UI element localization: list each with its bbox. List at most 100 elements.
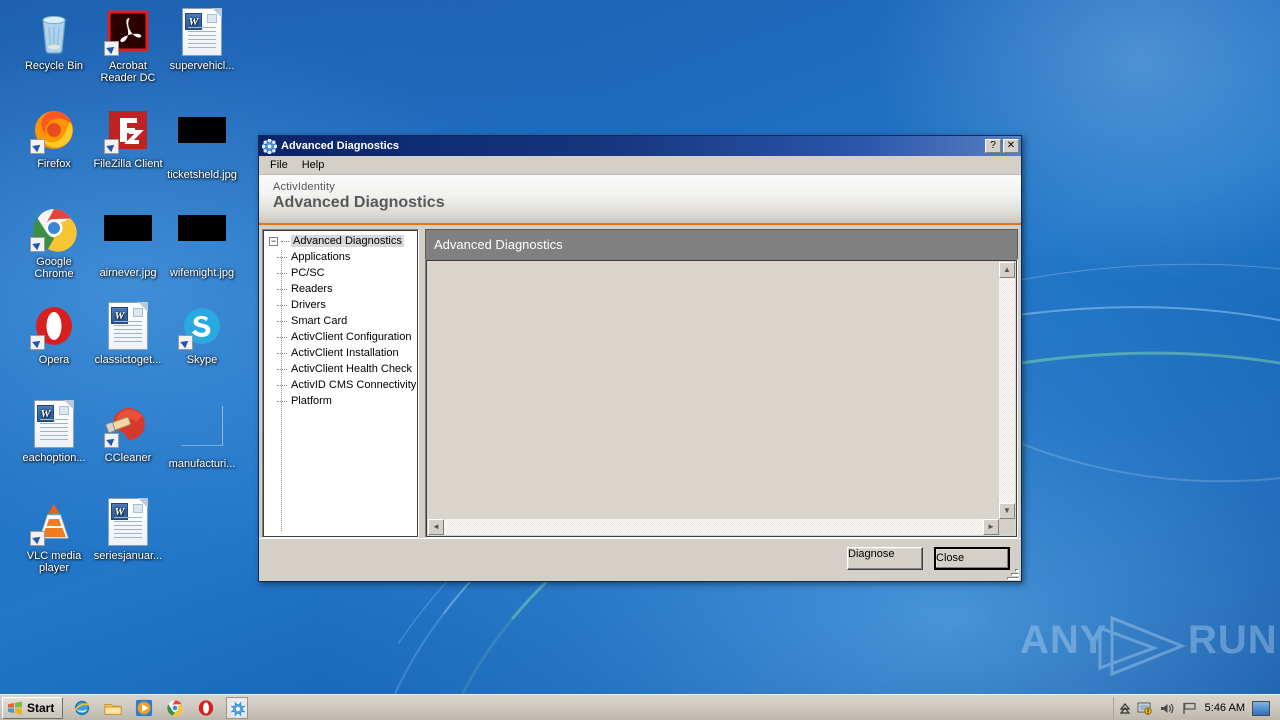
taskbar-item-internet-explorer[interactable] — [71, 697, 93, 719]
scrollbar-corner — [999, 519, 1015, 535]
filezilla-icon — [104, 106, 152, 154]
shortcut-overlay-icon — [30, 335, 45, 350]
tree-node-advanced-diagnostics[interactable]: − Advanced Diagnostics — [263, 233, 418, 249]
thumbnail-placeholder — [178, 215, 226, 241]
tree-item-activclient-installation[interactable]: ActivClient Installation — [263, 345, 418, 361]
tree-item-label: Drivers — [291, 299, 326, 311]
scroll-down-button[interactable]: ▼ — [999, 503, 1015, 519]
desktop-icon-vlc-media-player[interactable]: VLC media player — [18, 498, 90, 574]
help-button[interactable]: ? — [985, 139, 1001, 153]
desktop-icon-supervehicl[interactable]: W supervehicl... — [166, 8, 238, 72]
word-doc-icon: W — [104, 498, 152, 546]
advanced-diagnostics-window[interactable]: Advanced Diagnostics ? ✕ File Help Activ… — [258, 135, 1022, 582]
window-titlebar[interactable]: Advanced Diagnostics ? ✕ — [259, 136, 1021, 156]
recycle-icon — [30, 8, 78, 56]
horizontal-scrollbar-track[interactable] — [428, 519, 999, 535]
tree-item-applications[interactable]: Applications — [263, 249, 418, 265]
word-doc-icon: W — [178, 8, 226, 56]
quick-launch-bar[interactable] — [71, 696, 249, 719]
desktop-icon-label: wifemight.jpg — [169, 267, 235, 279]
blackimg-icon — [178, 215, 226, 263]
desktop-icon-label: Recycle Bin — [24, 60, 84, 72]
scroll-left-button[interactable]: ◄ — [428, 519, 444, 535]
show-hidden-icons-icon[interactable] — [1119, 702, 1130, 714]
desktop-icon-label: airnever.jpg — [99, 267, 157, 279]
tree-item-pc-sc[interactable]: PC/SC — [263, 265, 418, 281]
content-scroll-area[interactable]: ▲ ▼ ◄ ► — [425, 259, 1018, 538]
word-document-icon: W — [108, 498, 148, 546]
tree-item-drivers[interactable]: Drivers — [263, 297, 418, 313]
desktop-icon-airnever-jpg[interactable]: airnever.jpg — [92, 204, 164, 279]
desktop-icon-acrobat-reader-dc[interactable]: Acrobat Reader DC — [92, 8, 164, 84]
watermark-text-left: ANY — [1020, 618, 1108, 662]
desktop-icon-label: Acrobat Reader DC — [100, 60, 156, 84]
desktop-icon-manufacturi[interactable]: manufacturi... — [166, 400, 238, 470]
word-doc-icon: W — [30, 400, 78, 448]
taskbar-item-opera[interactable] — [195, 697, 217, 719]
close-button[interactable]: Close — [934, 547, 1010, 570]
taskbar-item-google-chrome[interactable] — [164, 697, 186, 719]
tree-item-label: ActivClient Configuration — [291, 331, 412, 343]
vlc-icon — [30, 498, 78, 546]
shortcut-overlay-icon — [30, 237, 45, 252]
desktop[interactable]: Recycle Bin Acrobat Reader DC W superveh… — [0, 0, 1280, 720]
desktop-icon-eachoption[interactable]: W eachoption... — [18, 400, 90, 464]
ccleaner-icon — [104, 400, 152, 448]
chrome-icon — [30, 204, 78, 252]
volume-icon[interactable] — [1160, 702, 1175, 715]
window-footer: Diagnose Close — [259, 538, 1021, 581]
desktop-icon-google-chrome[interactable]: Google Chrome — [18, 204, 90, 280]
menu-item-file[interactable]: File — [263, 157, 295, 173]
desktop-icon-ticketsheld-jpg[interactable]: ticketsheld.jpg — [166, 106, 238, 181]
tree-item-label: PC/SC — [291, 267, 325, 279]
menu-bar[interactable]: File Help — [259, 156, 1021, 175]
taskbar-item-windows-explorer[interactable] — [102, 697, 124, 719]
menu-item-help[interactable]: Help — [295, 157, 332, 173]
product-banner: ActivIdentity Advanced Diagnostics — [259, 175, 1021, 225]
taskbar[interactable]: Start 5:46 AM — [0, 694, 1280, 720]
resize-grip[interactable] — [1007, 568, 1019, 580]
close-window-button[interactable]: ✕ — [1003, 139, 1019, 153]
tree-item-activid-cms-connectivity[interactable]: ActivID CMS Connectivity — [263, 377, 418, 393]
tree-expander-icon[interactable]: − — [269, 236, 278, 246]
desktop-icon-classictoget[interactable]: W classictoget... — [92, 302, 164, 366]
shortcut-overlay-icon — [104, 41, 119, 56]
tree-item-label: Applications — [291, 251, 351, 263]
faintdoc-icon — [178, 406, 226, 454]
desktop-icon-opera[interactable]: Opera — [18, 302, 90, 366]
desktop-icon-skype[interactable]: Skype — [166, 302, 238, 366]
desktop-icon-label: ticketsheld.jpg — [167, 169, 237, 181]
system-tray[interactable]: 5:46 AM — [1112, 697, 1276, 719]
scroll-up-button[interactable]: ▲ — [999, 262, 1015, 278]
navigation-tree[interactable]: − Advanced Diagnostics Applications PC/SC… — [262, 229, 419, 538]
taskbar-item-advanced-diagnostics[interactable] — [226, 696, 249, 719]
word-document-icon: W — [108, 302, 148, 350]
desktop-icon-firefox[interactable]: Firefox — [18, 106, 90, 170]
vertical-scrollbar-track[interactable] — [999, 262, 1015, 519]
desktop-icon-ccleaner[interactable]: CCleaner — [92, 400, 164, 464]
gear-icon — [262, 138, 277, 154]
tree-connector — [277, 320, 287, 322]
clock[interactable]: 5:46 AM — [1205, 702, 1245, 714]
tree-connector — [277, 304, 287, 306]
tree-item-smart-card[interactable]: Smart Card — [263, 313, 418, 329]
scroll-right-button[interactable]: ► — [983, 519, 999, 535]
taskbar-item-media-player[interactable] — [133, 697, 155, 719]
flag-icon[interactable] — [1182, 702, 1198, 715]
desktop-icon-recycle-bin[interactable]: Recycle Bin — [18, 8, 90, 72]
tree-item-activclient-configuration[interactable]: ActivClient Configuration — [263, 329, 418, 345]
desktop-icon-seriesjanuar[interactable]: W seriesjanuar... — [92, 498, 164, 562]
network-icon[interactable] — [1137, 701, 1153, 715]
desktop-icon-filezilla-client[interactable]: FileZilla Client — [92, 106, 164, 170]
tree-item-activclient-health-check[interactable]: ActivClient Health Check — [263, 361, 418, 377]
start-button[interactable]: Start — [2, 696, 64, 719]
windows-explorer-icon — [104, 699, 122, 720]
tree-item-platform[interactable]: Platform — [263, 393, 418, 409]
show-desktop-button[interactable] — [1252, 700, 1270, 716]
tree-item-readers[interactable]: Readers — [263, 281, 418, 297]
desktop-icon-label: FileZilla Client — [93, 158, 163, 170]
content-text-area[interactable] — [429, 263, 998, 518]
shortcut-overlay-icon — [178, 335, 193, 350]
desktop-icon-wifemight-jpg[interactable]: wifemight.jpg — [166, 204, 238, 279]
diagnose-button[interactable]: Diagnose — [847, 547, 923, 570]
